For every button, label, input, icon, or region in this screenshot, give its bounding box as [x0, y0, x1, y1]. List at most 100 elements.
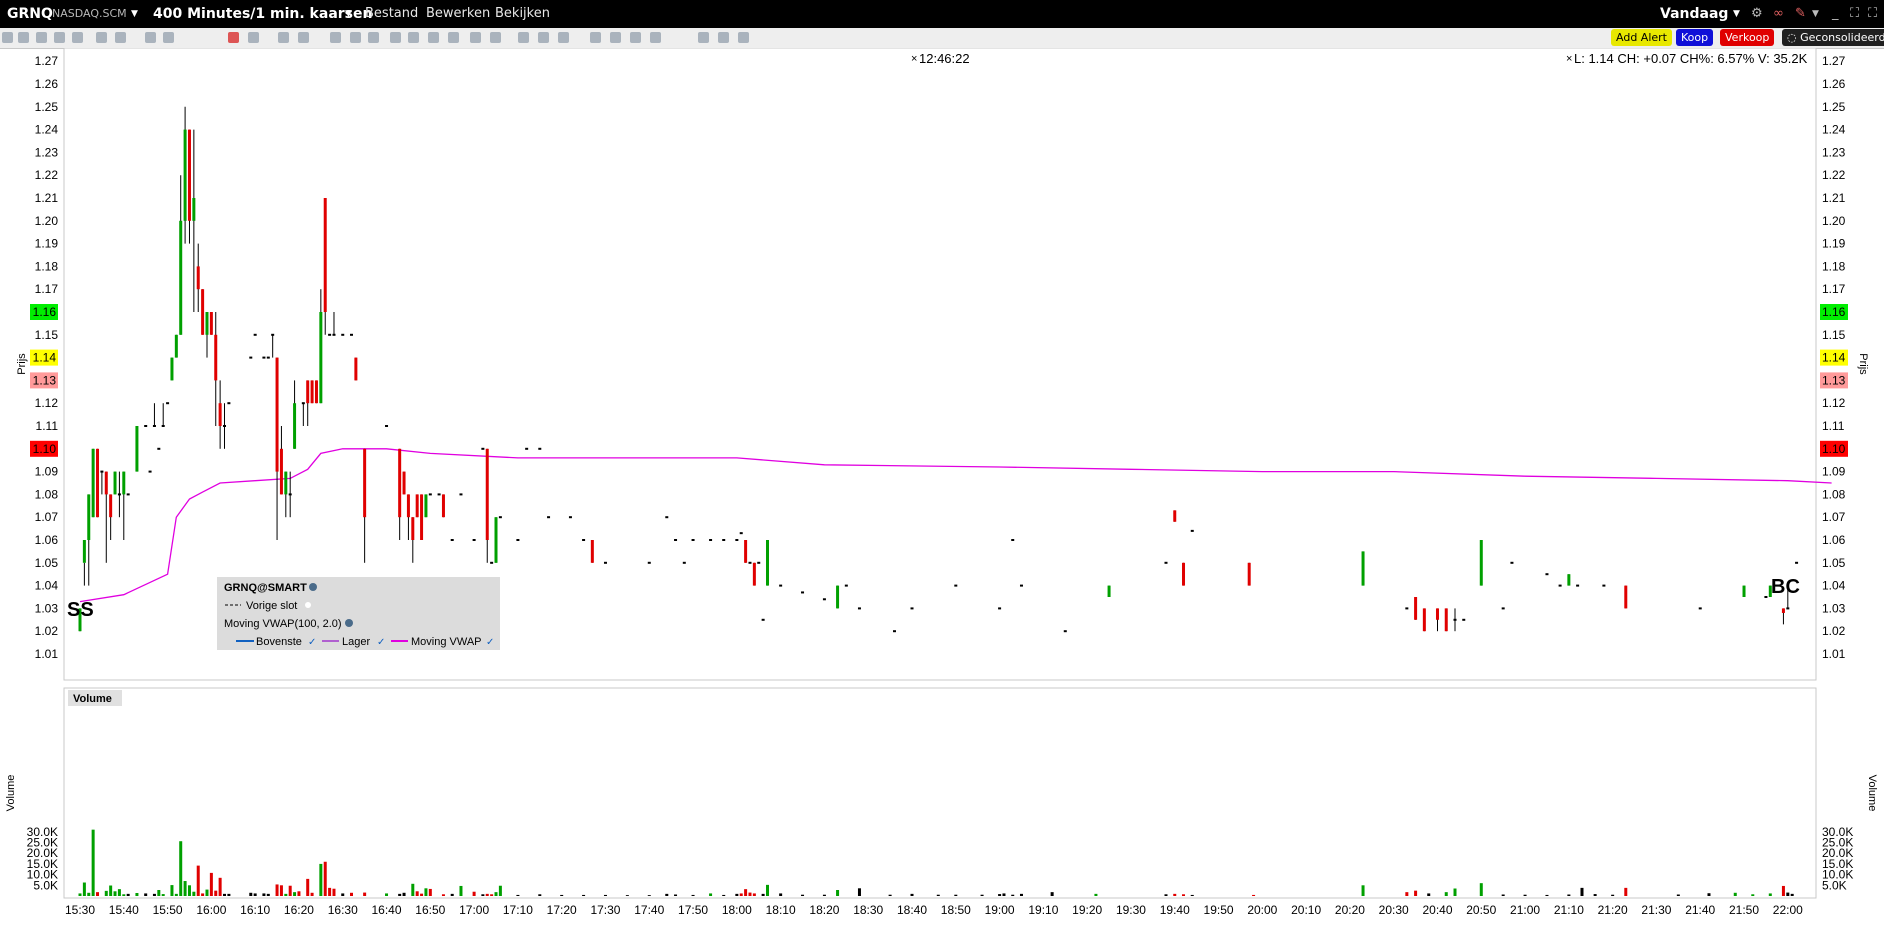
price-tick-label: 1.19 [35, 237, 59, 251]
indicator-icon[interactable] [115, 32, 126, 43]
candle-body [205, 312, 209, 335]
volume-bar [179, 841, 183, 896]
camera-icon[interactable] [72, 32, 83, 43]
trend-icon[interactable] [350, 32, 361, 43]
chevron-down-icon[interactable]: ▼ [1733, 0, 1740, 28]
zoom-out-icon[interactable] [538, 32, 549, 43]
pin-icon[interactable]: ✎ [1795, 0, 1806, 28]
candle-body [310, 380, 314, 404]
chart-legend[interactable]: GRNQ@SMART Vorige slot Moving VWAP(100, … [217, 577, 500, 650]
volume-panel[interactable] [63, 687, 1817, 899]
volume-bar [1790, 893, 1794, 896]
candle-body [349, 333, 353, 336]
menu-bewerken[interactable]: Bewerken [426, 0, 490, 28]
sync-icon[interactable] [718, 32, 729, 43]
sell-button[interactable]: Verkoop [1720, 29, 1775, 46]
text-icon[interactable] [368, 32, 379, 43]
candle [349, 333, 353, 336]
visibility-icon[interactable] [305, 602, 311, 608]
candle-body [284, 471, 288, 495]
candle-body [279, 448, 283, 495]
crosshair-icon[interactable] [330, 32, 341, 43]
candle-body [266, 356, 270, 359]
check-icon[interactable]: ✓ [377, 637, 385, 648]
pitchfork-icon[interactable] [490, 32, 501, 43]
check-icon[interactable]: ✓ [486, 637, 494, 648]
minimize-icon[interactable]: _ [1832, 0, 1839, 28]
panel-icon[interactable] [163, 32, 174, 43]
refresh-icon[interactable] [298, 32, 309, 43]
candle [744, 540, 748, 563]
exchange-label[interactable]: NASDAQ.SCM [52, 0, 127, 28]
check-icon[interactable]: ✓ [308, 637, 316, 648]
settings-tool-icon[interactable] [738, 32, 749, 43]
candle-body [135, 426, 139, 472]
pointer-tool-icon[interactable] [18, 32, 29, 43]
candle-body [892, 630, 896, 633]
close-icon[interactable]: × [1566, 53, 1572, 65]
price-tick-label: 1.24 [35, 123, 59, 137]
gear-icon[interactable]: ⚙ [1751, 0, 1763, 28]
zoom-in-icon[interactable] [518, 32, 529, 43]
globe-icon[interactable] [345, 619, 353, 627]
symbol-label[interactable]: GRNQ [7, 0, 53, 28]
undo-icon[interactable] [408, 32, 419, 43]
scroll-back-icon[interactable] [610, 32, 621, 43]
time-tick-label: 16:10 [240, 903, 270, 917]
candle [1164, 561, 1168, 564]
candle [157, 447, 161, 450]
add-alert-button[interactable]: Add Alert [1611, 29, 1672, 46]
volume-bar [420, 893, 424, 896]
redo-icon[interactable] [428, 32, 439, 43]
consolidated-toggle[interactable]: ◌ Geconsolideerd [1782, 29, 1884, 46]
globe-icon[interactable] [309, 583, 317, 591]
scroll-end-icon[interactable] [650, 32, 661, 43]
chevron-down-icon[interactable]: ▼ [1812, 0, 1819, 28]
price-chart[interactable]: 1.27 1.26 1.25 1.24 1.23 1.22 1.21 1.20 1.19 1.18… [0, 48, 1884, 925]
shape-icon[interactable] [390, 32, 401, 43]
cursor-tool-icon[interactable] [2, 32, 13, 43]
globe-icon[interactable] [698, 32, 709, 43]
price-tick-label-right: 1.23 [1822, 145, 1846, 159]
volume-bar [625, 895, 629, 896]
table-icon[interactable] [145, 32, 156, 43]
area-chart-icon[interactable] [278, 32, 289, 43]
volume-bar [91, 829, 95, 896]
menu-bekijken[interactable]: Bekijken [495, 0, 550, 28]
time-tick-label: 21:50 [1729, 903, 1759, 917]
maximize-icon[interactable]: ⛶ [1850, 0, 1859, 28]
period-selector[interactable]: Vandaag [1660, 0, 1728, 28]
interval-label[interactable]: 400 Minutes/1 min. kaarsen [153, 0, 372, 28]
volume-bar [1580, 887, 1584, 896]
volume-bar [1444, 892, 1448, 896]
zoom-fit-icon[interactable] [558, 32, 569, 43]
candle [910, 607, 914, 610]
time-tick-label: 21:30 [1641, 903, 1671, 917]
candle [227, 402, 231, 405]
candle [441, 494, 445, 518]
maximize-icon[interactable]: ⛶ [1868, 0, 1877, 28]
channel-icon[interactable] [470, 32, 481, 43]
candle [748, 561, 752, 564]
candle [415, 494, 419, 518]
volume-bar [196, 865, 200, 896]
candle [135, 426, 139, 472]
buy-button[interactable]: Koop [1676, 29, 1714, 46]
candle-body [214, 334, 218, 381]
fib-icon[interactable] [448, 32, 459, 43]
candle-body [1576, 584, 1580, 587]
candle-body [1405, 607, 1409, 610]
scroll-forward-icon[interactable] [630, 32, 641, 43]
chevron-down-icon[interactable]: ▼ [131, 0, 138, 28]
chevron-down-icon[interactable]: ▼ [345, 0, 352, 28]
draw-line-icon[interactable] [228, 32, 239, 43]
grid-icon[interactable] [36, 32, 47, 43]
link-icon[interactable]: ∞ [1773, 0, 1784, 28]
bar-type-icon[interactable] [248, 32, 259, 43]
layout-icon[interactable] [96, 32, 107, 43]
close-icon[interactable]: × [911, 53, 917, 65]
menu-bestand[interactable]: Bestand [365, 0, 418, 28]
scroll-start-icon[interactable] [590, 32, 601, 43]
candle-body [306, 380, 310, 404]
print-icon[interactable] [54, 32, 65, 43]
